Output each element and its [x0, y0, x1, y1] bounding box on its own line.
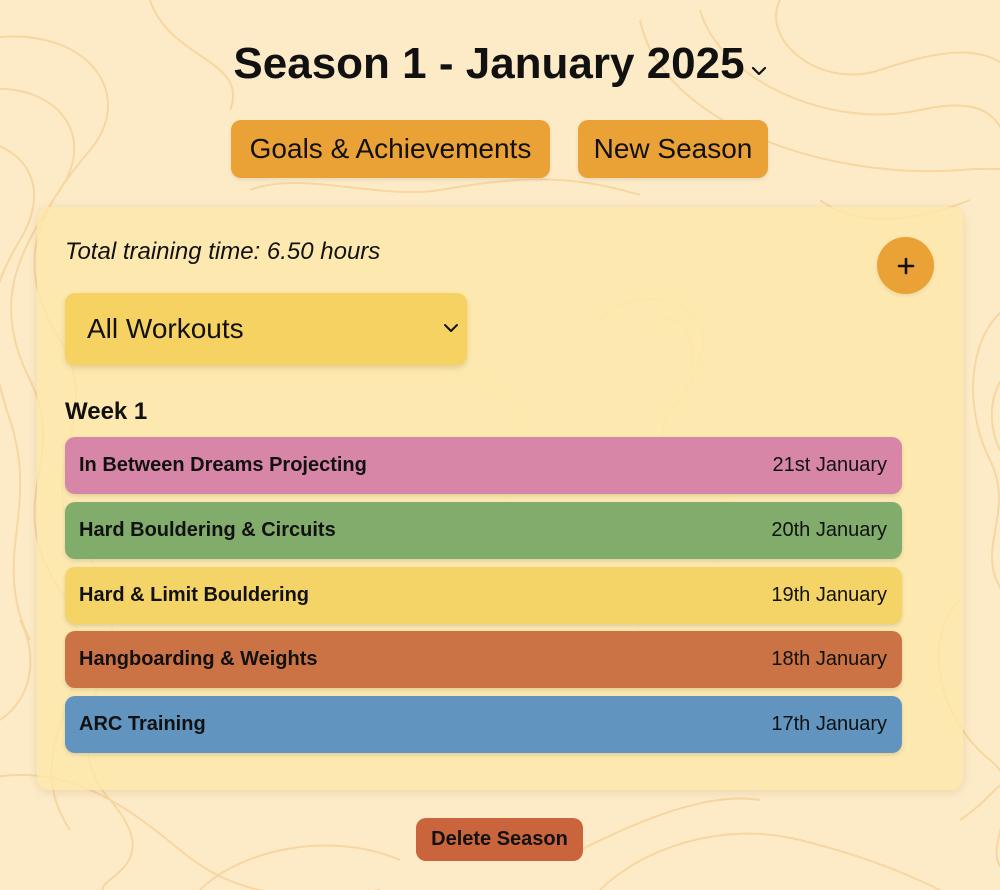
workout-date: 21st January: [772, 454, 887, 476]
add-workout-button[interactable]: [877, 237, 934, 294]
workout-title: Hangboarding & Weights: [79, 648, 318, 670]
workout-item[interactable]: Hangboarding & Weights 18th January: [65, 631, 902, 688]
workout-title: Hard & Limit Bouldering: [79, 584, 309, 606]
workout-item[interactable]: ARC Training 17th January: [65, 696, 902, 753]
workout-title: ARC Training: [79, 713, 206, 735]
season-actions: Goals & Achievements New Season: [0, 120, 1000, 178]
workout-title: In Between Dreams Projecting: [79, 454, 367, 476]
workout-date: 17th January: [771, 713, 887, 735]
new-season-button[interactable]: New Season: [578, 120, 768, 178]
chevron-down-icon: [751, 34, 767, 90]
page: Season 1 - January 2025 Goals & Achievem…: [0, 0, 1000, 890]
season-title: Season 1 - January 2025: [233, 39, 745, 88]
total-training-time: Total training time: 6.50 hours: [65, 238, 381, 265]
workout-filter-value: All Workouts: [87, 313, 244, 344]
training-card: Total training time: 6.50 hours All Work…: [37, 207, 963, 790]
goals-achievements-button[interactable]: Goals & Achievements: [231, 120, 550, 178]
week-heading: Week 1: [65, 398, 148, 425]
delete-season-button[interactable]: Delete Season: [416, 818, 583, 861]
workout-item[interactable]: Hard & Limit Bouldering 19th January: [65, 567, 902, 624]
workout-title: Hard Bouldering & Circuits: [79, 519, 336, 541]
workout-item[interactable]: In Between Dreams Projecting 21st Januar…: [65, 437, 902, 494]
season-selector[interactable]: Season 1 - January 2025: [0, 36, 1000, 94]
workout-filter-select[interactable]: All Workouts: [65, 293, 467, 365]
workout-item[interactable]: Hard Bouldering & Circuits 20th January: [65, 502, 902, 559]
workout-date: 19th January: [771, 584, 887, 606]
workout-date: 18th January: [771, 648, 887, 670]
workout-date: 20th January: [771, 519, 887, 541]
plus-icon: [877, 256, 934, 276]
chevron-down-icon: [443, 321, 459, 339]
